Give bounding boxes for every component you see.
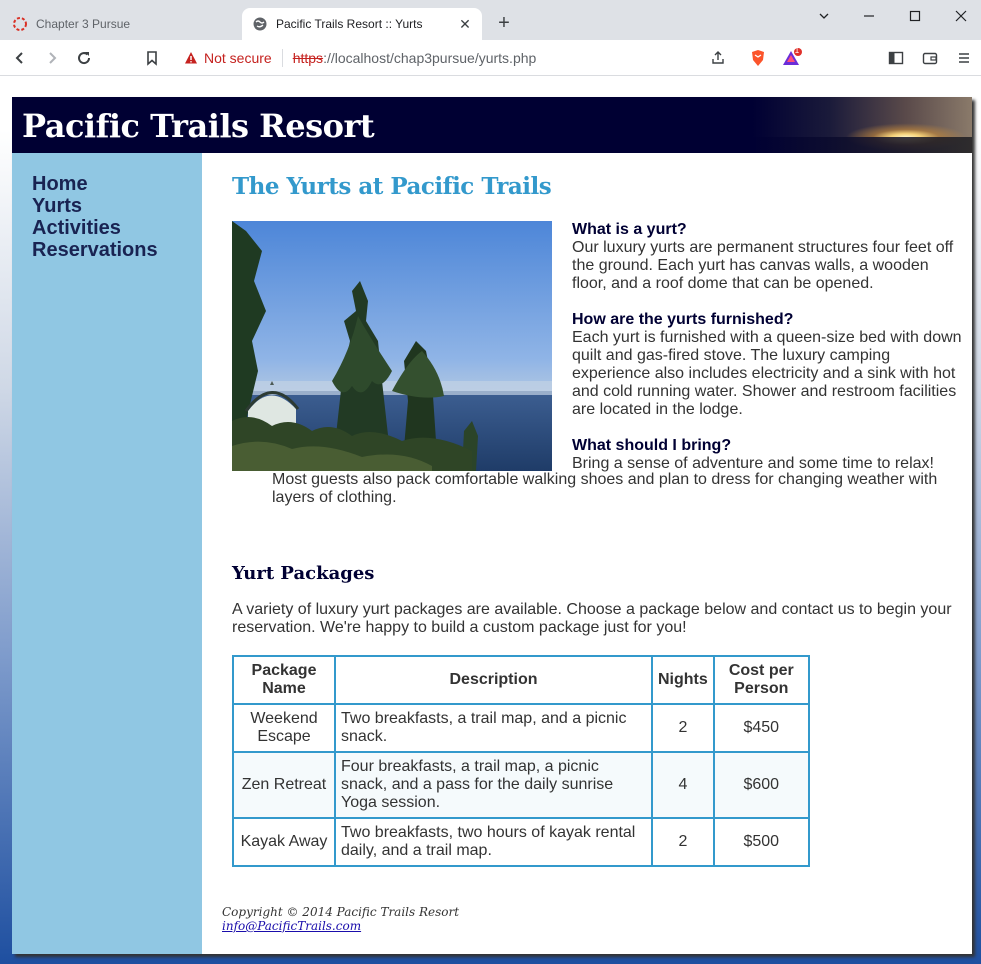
wallet-icon[interactable]: [918, 46, 942, 70]
package-nights: 2: [651, 817, 715, 867]
package-cost: $500: [712, 817, 810, 867]
package-cost: $450: [712, 703, 810, 753]
tab-chapter-3-pursue[interactable]: Chapter 3 Pursue: [0, 8, 240, 40]
site-wrapper: Pacific Trails Resort Home Yurts Activit…: [12, 97, 972, 954]
site-footer: Copyright © 2014 Pacific Trails Resort i…: [222, 905, 459, 933]
package-cost: $600: [712, 751, 810, 819]
nav-link-home[interactable]: Home: [32, 173, 158, 195]
nav-link-reservations[interactable]: Reservations: [32, 239, 158, 261]
copyright-text: Copyright © 2014 Pacific Trails Resort: [222, 905, 460, 919]
column-header: Cost per Person: [712, 655, 810, 705]
nav-link-yurts[interactable]: Yurts: [32, 195, 158, 217]
table-header-row: Package Name Description Nights Cost per…: [232, 655, 810, 705]
package-nights: 4: [651, 751, 715, 819]
back-arrow-icon[interactable]: [8, 46, 32, 70]
site-header: Pacific Trails Resort: [12, 97, 972, 153]
rewards-badge: 1: [794, 46, 800, 55]
faq-answer: Our luxury yurts are permanent structure…: [572, 239, 954, 292]
faq-question: What should I bring?: [572, 437, 732, 454]
url-scheme: https: [292, 50, 324, 66]
browser-tab-strip: Chapter 3 Pursue Pacific Trails Resort :…: [0, 0, 981, 40]
site-title: Pacific Trails Resort: [22, 107, 375, 145]
package-description: Two breakfasts, two hours of kayak renta…: [334, 817, 653, 867]
url-text[interactable]: https://localhost/chap3pursue/yurts.php: [283, 50, 537, 66]
maximize-icon[interactable]: [892, 4, 938, 28]
tab-yurts[interactable]: Pacific Trails Resort :: Yurts ✕: [242, 8, 482, 40]
share-icon[interactable]: [706, 46, 730, 70]
chevron-down-icon[interactable]: [801, 4, 847, 28]
table-row: Weekend Escape Two breakfasts, a trail m…: [232, 703, 810, 753]
browser-toolbar: Not secure https://localhost/chap3pursue…: [0, 40, 981, 76]
faq: What is a yurt? Our luxury yurts are per…: [572, 221, 962, 473]
site-nav: Home Yurts Activities Reservations: [32, 173, 158, 261]
forward-arrow-icon[interactable]: [40, 46, 64, 70]
tab-title: Chapter 3 Pursue: [36, 17, 131, 31]
column-header: Package Name: [232, 655, 336, 705]
sidebar-icon[interactable]: [884, 46, 908, 70]
security-label: Not secure: [204, 50, 272, 66]
url-path: ://localhost/chap3pursue/yurts.php: [323, 50, 537, 66]
packages-table: Package Name Description Nights Cost per…: [232, 655, 810, 867]
page-heading: The Yurts at Pacific Trails: [232, 173, 552, 200]
close-tab-icon[interactable]: ✕: [454, 16, 476, 33]
column-header: Description: [334, 655, 653, 705]
main-content: The Yurts at Pacific Trails What is a yu…: [202, 153, 972, 954]
packages-heading: Yurt Packages: [232, 563, 375, 584]
column-header: Nights: [651, 655, 715, 705]
packages-intro: A variety of luxury yurt packages are av…: [232, 601, 952, 636]
faq-question: What is a yurt?: [572, 221, 687, 238]
faq-answer: Each yurt is furnished with a queen-size…: [572, 329, 962, 418]
plus-icon[interactable]: +: [492, 12, 516, 34]
minimize-icon[interactable]: [846, 4, 892, 28]
header-hills: [752, 137, 972, 153]
email-link[interactable]: info@PacificTrails.com: [222, 919, 459, 933]
reload-icon[interactable]: [72, 46, 96, 70]
security-indicator[interactable]: Not secure: [174, 49, 283, 67]
table-row: Kayak Away Two breakfasts, two hours of …: [232, 817, 810, 867]
faq-question: How are the yurts furnished?: [572, 311, 794, 328]
menu-icon[interactable]: [952, 46, 976, 70]
brave-rewards-icon[interactable]: 1: [780, 46, 804, 70]
brave-shield-icon[interactable]: [746, 46, 770, 70]
package-description: Two breakfasts, a trail map, and a picni…: [334, 703, 653, 753]
package-name: Zen Retreat: [232, 751, 336, 819]
globe-icon: [252, 16, 268, 32]
loading-icon: [12, 16, 28, 32]
nav-link-activities[interactable]: Activities: [32, 217, 158, 239]
tab-title: Pacific Trails Resort :: Yurts: [276, 17, 423, 31]
package-name: Kayak Away: [232, 817, 336, 867]
package-description: Four breakfasts, a trail map, a picnic s…: [334, 751, 653, 819]
package-nights: 2: [651, 703, 715, 753]
faq-answer-continued: Most guests also pack comfortable walkin…: [272, 471, 938, 506]
close-window-icon[interactable]: [938, 4, 981, 28]
table-row: Zen Retreat Four breakfasts, a trail map…: [232, 751, 810, 819]
warning-icon: [185, 52, 197, 64]
bookmark-icon[interactable]: [140, 46, 164, 70]
package-name: Weekend Escape: [232, 703, 336, 753]
yurt-photo: [232, 221, 552, 471]
